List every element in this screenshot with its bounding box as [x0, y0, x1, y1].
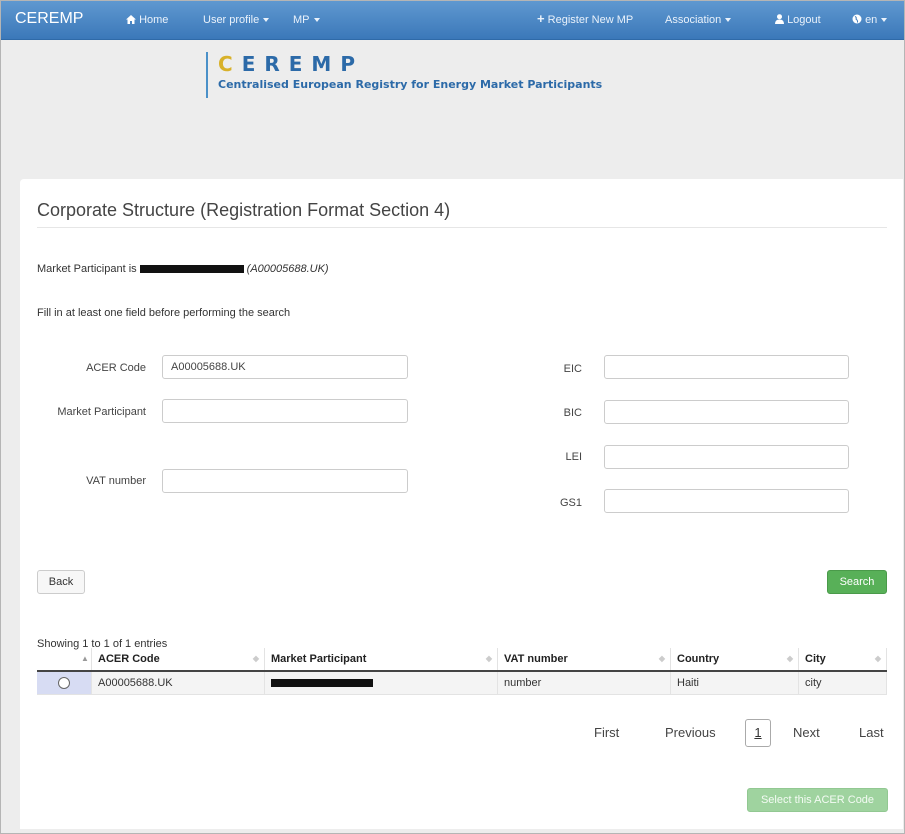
main-panel: Corporate Structure (Registration Format… — [20, 179, 903, 829]
cell-market-participant — [264, 671, 498, 695]
select-acer-code-button[interactable]: Select this ACER Code — [747, 788, 888, 812]
city-header-label: City — [805, 653, 826, 665]
pagination-last[interactable]: Last — [859, 725, 884, 740]
table-row[interactable]: A00005688.UK number Haiti city — [37, 671, 887, 695]
column-header-city[interactable]: City ◆ — [798, 648, 887, 672]
nav-language-label: en — [865, 14, 878, 26]
sort-icon: ◆ — [485, 654, 492, 663]
brand-link[interactable]: CEREMP — [15, 10, 83, 28]
nav-association-label: Association — [665, 14, 722, 26]
plus-icon: + — [537, 11, 545, 26]
country-header-label: Country — [677, 653, 720, 665]
column-header-market-participant[interactable]: Market Participant ◆ — [264, 648, 498, 672]
market-participant-input[interactable] — [162, 399, 408, 423]
globe-icon — [852, 14, 862, 24]
nav-mp[interactable]: MP — [293, 14, 320, 26]
caret-down-icon — [313, 18, 320, 23]
page-title: Corporate Structure (Registration Format… — [37, 200, 451, 220]
bic-label: BIC — [563, 407, 582, 419]
select-column-header[interactable]: ▲ — [37, 648, 92, 672]
vat-number-label: VAT number — [86, 475, 146, 487]
table-header-row: ▲ ACER Code ◆ Market Participant ◆ VAT num… — [37, 648, 887, 672]
pagination-previous[interactable]: Previous — [665, 725, 716, 740]
column-header-acer-code[interactable]: ACER Code ◆ — [91, 648, 265, 672]
nav-home[interactable]: Home — [126, 14, 168, 26]
nav-home-label: Home — [139, 14, 169, 26]
gs1-input[interactable] — [604, 489, 849, 513]
eic-label: EIC — [563, 363, 582, 375]
mp-header-label: Market Participant — [271, 653, 367, 665]
column-header-vat-number[interactable]: VAT number ◆ — [497, 648, 671, 672]
vat-header-label: VAT number — [504, 653, 568, 665]
redacted-name-bar — [271, 679, 373, 688]
caret-down-icon — [725, 18, 732, 23]
results-table: ▲ ACER Code ◆ Market Participant ◆ VAT num… — [37, 648, 887, 695]
mp-info-prefix: Market Participant is — [37, 263, 137, 275]
cell-vat-number: number — [497, 671, 671, 695]
nav-mp-label: MP — [293, 14, 310, 26]
sort-asc-icon: ▲ — [81, 654, 89, 663]
ceremp-logo: CEREMP Centralised European Registry for… — [206, 52, 602, 98]
lei-input[interactable] — [604, 445, 849, 469]
nav-register-new-mp[interactable]: + Register New MP — [537, 11, 634, 26]
market-participant-info: Market Participant is (A00005688.UK) — [37, 263, 329, 275]
acer-code-label: ACER Code — [86, 362, 146, 374]
nav-user-profile-label: User profile — [203, 14, 260, 26]
cell-city: city — [798, 671, 887, 695]
nav-logout-label: Logout — [787, 14, 821, 26]
home-icon — [126, 15, 136, 24]
header-banner: CEREMP Centralised European Registry for… — [1, 40, 904, 175]
cell-acer-code: A00005688.UK — [91, 671, 265, 695]
lei-label: LEI — [565, 451, 582, 463]
acer-code-input[interactable] — [162, 355, 408, 379]
logo-subtitle: Centralised European Registry for Energy… — [218, 78, 603, 91]
logo-title-c: C — [218, 52, 242, 76]
pagination-first[interactable]: First — [594, 725, 619, 740]
cell-country: Haiti — [670, 671, 799, 695]
top-navbar: CEREMP Home User profile MP + Register N… — [1, 1, 904, 40]
caret-down-icon — [263, 18, 270, 23]
gs1-label: GS1 — [559, 497, 582, 509]
nav-language[interactable]: en — [852, 14, 888, 26]
acer-code-header-label: ACER Code — [98, 653, 160, 665]
search-button[interactable]: Search — [827, 570, 887, 594]
redacted-name-bar — [139, 265, 244, 274]
title-divider — [37, 227, 887, 228]
nav-user-profile[interactable]: User profile — [203, 14, 270, 26]
pagination-page-1[interactable]: 1 — [745, 719, 771, 747]
sort-icon: ◆ — [252, 654, 259, 663]
vat-number-input[interactable] — [162, 469, 408, 493]
app-window: CEREMP Home User profile MP + Register N… — [0, 0, 905, 834]
column-header-country[interactable]: Country ◆ — [670, 648, 799, 672]
user-icon — [775, 14, 784, 24]
search-hint: Fill in at least one field before perfor… — [37, 307, 291, 319]
nav-association[interactable]: Association — [665, 14, 732, 26]
sort-icon: ◆ — [658, 654, 665, 663]
pagination-next[interactable]: Next — [793, 725, 820, 740]
row-select-cell[interactable] — [37, 671, 92, 695]
sort-icon: ◆ — [786, 654, 793, 663]
logo-title-rest: EREMP — [241, 52, 364, 76]
back-button[interactable]: Back — [37, 570, 85, 594]
bic-input[interactable] — [604, 400, 849, 424]
nav-register-label: Register New MP — [547, 14, 634, 26]
row-radio[interactable] — [58, 677, 70, 690]
eic-input[interactable] — [604, 355, 849, 379]
nav-logout[interactable]: Logout — [775, 14, 821, 26]
logo-title: CEREMP — [218, 52, 602, 76]
sort-icon: ◆ — [874, 654, 881, 663]
caret-down-icon — [881, 18, 888, 23]
mp-info-code: (A00005688.UK) — [246, 263, 329, 275]
market-participant-label: Market Participant — [57, 406, 146, 418]
